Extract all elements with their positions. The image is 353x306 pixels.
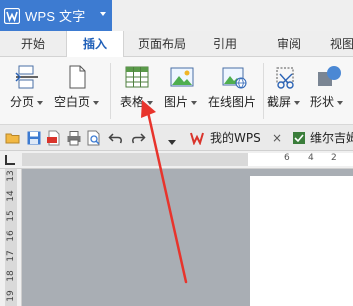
customize-caret-icon[interactable] bbox=[168, 135, 176, 145]
tab-home[interactable]: 开始 bbox=[8, 31, 58, 57]
picture-icon bbox=[169, 64, 195, 90]
online-picture-button[interactable]: 在线图片 bbox=[208, 57, 260, 125]
title-bar: WPS 文字 bbox=[0, 0, 353, 31]
page-break-icon bbox=[14, 64, 40, 90]
redo-icon[interactable] bbox=[130, 130, 146, 146]
ribbon-separator bbox=[263, 63, 264, 119]
ruler-tick: 13 bbox=[6, 170, 16, 182]
vertical-ruler[interactable]: 13 14 15 16 17 18 19 bbox=[0, 169, 22, 306]
screenshot-button[interactable]: 截屏 bbox=[266, 57, 306, 125]
app-menu-caret-icon bbox=[100, 12, 106, 16]
ruler-tick: 4 bbox=[308, 153, 314, 163]
document-tab[interactable]: 维尔吉姆 bbox=[290, 128, 353, 148]
table-label: 表格 bbox=[120, 93, 154, 110]
page-break-label: 分页 bbox=[10, 93, 44, 110]
shapes-label: 形状 bbox=[310, 93, 344, 110]
blank-page-label: 空白页 bbox=[54, 93, 100, 110]
table-button[interactable]: 表格 bbox=[116, 57, 158, 125]
online-picture-icon bbox=[221, 64, 247, 90]
my-wps-label: 我的WPS bbox=[210, 131, 261, 145]
screenshot-label: 截屏 bbox=[267, 93, 301, 110]
ruler-tick: 15 bbox=[6, 210, 16, 222]
quick-access-bar: 我的WPS × 维尔吉姆 bbox=[0, 125, 353, 151]
app-menu-button[interactable]: WPS 文字 bbox=[0, 0, 112, 31]
screenshot-icon bbox=[273, 64, 299, 90]
my-wps-tab[interactable]: 我的WPS × bbox=[186, 128, 288, 148]
picture-button[interactable]: 图片 bbox=[162, 57, 204, 125]
insert-ribbon: 分页 空白页 表格 图片 在线图片 截屏 形状 bbox=[0, 57, 353, 125]
ruler-tick: 19 bbox=[6, 290, 16, 302]
app-name: WPS 文字 bbox=[25, 9, 86, 24]
blank-page-icon bbox=[64, 64, 90, 90]
tab-page-layout[interactable]: 页面布局 bbox=[131, 31, 193, 57]
ribbon-separator bbox=[110, 63, 111, 119]
horizontal-ruler[interactable]: 6 4 2 bbox=[22, 151, 353, 169]
ruler-tick: 18 bbox=[6, 270, 16, 282]
tab-references[interactable]: 引用 bbox=[205, 31, 245, 57]
undo-icon[interactable] bbox=[108, 130, 124, 146]
ruler-corner-tab-icon[interactable] bbox=[0, 151, 22, 169]
print-preview-icon[interactable] bbox=[86, 130, 102, 146]
print-icon[interactable] bbox=[66, 130, 82, 146]
save-icon[interactable] bbox=[26, 130, 42, 146]
ruler-tick: 16 bbox=[6, 230, 16, 242]
ruler-tick: 17 bbox=[6, 250, 16, 262]
ribbon-tab-bar: 开始 插入 页面布局 引用 审阅 视图 bbox=[0, 31, 353, 58]
shapes-icon bbox=[316, 64, 342, 90]
blank-page-button[interactable]: 空白页 bbox=[52, 57, 104, 125]
tab-insert[interactable]: 插入 bbox=[66, 31, 124, 58]
document-icon bbox=[292, 131, 306, 145]
picture-label: 图片 bbox=[164, 93, 198, 110]
document-tab-label: 维尔吉姆 bbox=[310, 131, 353, 145]
document-workspace[interactable] bbox=[22, 169, 353, 306]
tab-review[interactable]: 审阅 bbox=[264, 31, 314, 57]
tab-view[interactable]: 视图 bbox=[330, 31, 353, 57]
wps-logo-icon bbox=[4, 7, 20, 24]
wps-logo-icon bbox=[190, 131, 204, 146]
ruler-tick: 14 bbox=[6, 190, 16, 202]
open-folder-icon[interactable] bbox=[5, 130, 21, 146]
close-tab-icon[interactable]: × bbox=[272, 128, 282, 148]
table-icon bbox=[124, 64, 150, 90]
ruler-tick: 6 bbox=[284, 153, 290, 163]
ruler-tick: 2 bbox=[331, 153, 337, 163]
document-page[interactable] bbox=[250, 176, 353, 306]
page-break-button[interactable]: 分页 bbox=[6, 57, 48, 125]
online-picture-label: 在线图片 bbox=[208, 95, 257, 109]
export-pdf-icon[interactable] bbox=[46, 130, 62, 146]
shapes-button[interactable]: 形状 bbox=[308, 57, 353, 125]
